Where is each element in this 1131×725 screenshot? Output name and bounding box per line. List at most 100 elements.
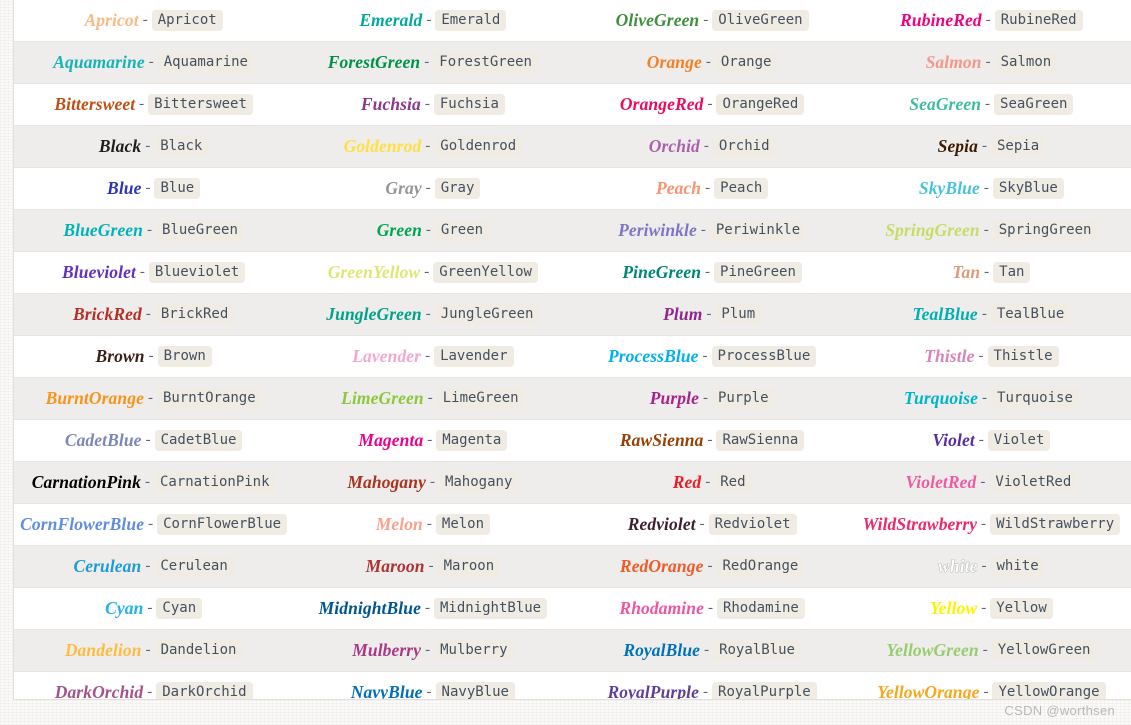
color-code-badge[interactable]: ProcessBlue bbox=[711, 345, 817, 368]
color-entry: Violet - Violet bbox=[932, 429, 1051, 452]
table-row: Black - Black Goldenrod - Goldenrod Orchid - Orc… bbox=[14, 125, 1131, 168]
color-code-badge[interactable]: Orange bbox=[714, 51, 778, 74]
color-code-badge[interactable]: MidnightBlue bbox=[433, 597, 548, 620]
color-code-badge[interactable]: Melon bbox=[435, 513, 491, 536]
color-code-badge[interactable]: Redviolet bbox=[708, 513, 797, 536]
color-name-sample: GreenYellow bbox=[327, 261, 421, 282]
color-code-badge[interactable]: Violet bbox=[987, 429, 1051, 452]
color-code-badge[interactable]: Black bbox=[154, 135, 209, 158]
separator-dash: - bbox=[704, 642, 710, 658]
color-name-sample: Orange bbox=[646, 51, 702, 72]
color-code-badge[interactable]: Magenta bbox=[436, 429, 508, 452]
color-entry: Brown - Brown bbox=[95, 345, 212, 368]
color-code-badge[interactable]: DarkOrchid bbox=[156, 681, 253, 699]
color-code-badge[interactable]: Aquamarine bbox=[157, 51, 254, 74]
color-code-badge[interactable]: Red bbox=[714, 471, 752, 494]
color-entry: BurntOrange - BurntOrange bbox=[46, 387, 262, 410]
color-code-badge[interactable]: Apricot bbox=[151, 9, 223, 32]
color-code-badge[interactable]: NavyBlue bbox=[435, 681, 515, 699]
color-code-badge[interactable]: BurntOrange bbox=[156, 387, 262, 410]
color-name-sample: YellowOrange bbox=[877, 681, 980, 700]
color-code-badge[interactable]: Fuchsia bbox=[433, 93, 505, 116]
color-code-badge[interactable]: SpringGreen bbox=[992, 219, 1098, 242]
color-code-badge[interactable]: OrangeRed bbox=[716, 93, 805, 116]
color-cell: Emerald - Emerald bbox=[293, 0, 573, 42]
color-code-badge[interactable]: Plum bbox=[715, 303, 762, 326]
color-code-badge[interactable]: Mahogany bbox=[438, 471, 519, 494]
color-entry: CarnationPink - CarnationPink bbox=[32, 471, 276, 494]
color-code-badge[interactable]: Blue bbox=[154, 177, 201, 200]
color-name-sample: ForestGreen bbox=[327, 51, 421, 72]
color-code-badge[interactable]: SeaGreen bbox=[994, 93, 1074, 116]
separator-dash: - bbox=[983, 222, 989, 238]
color-code-badge[interactable]: Blueviolet bbox=[148, 261, 246, 284]
color-code-badge[interactable]: VioletRed bbox=[989, 471, 1078, 494]
color-code-badge[interactable]: Maroon bbox=[437, 555, 501, 578]
color-code-badge[interactable]: Cerulean bbox=[154, 555, 234, 578]
color-entry: SkyBlue - SkyBlue bbox=[919, 177, 1064, 200]
color-code-badge[interactable]: BlueGreen bbox=[156, 219, 244, 242]
color-code-badge[interactable]: Peach bbox=[714, 177, 769, 200]
color-code-badge[interactable]: Goldenrod bbox=[434, 135, 523, 158]
color-entry: RawSienna - RawSienna bbox=[620, 429, 805, 452]
color-entry: OliveGreen - OliveGreen bbox=[616, 9, 809, 32]
color-code-badge[interactable]: RawSienna bbox=[716, 429, 805, 452]
color-code-badge[interactable]: RoyalPurple bbox=[712, 681, 817, 699]
color-entry: Salmon - Salmon bbox=[926, 51, 1058, 74]
color-code-badge[interactable]: LimeGreen bbox=[436, 387, 525, 410]
color-code-badge[interactable]: SkyBlue bbox=[992, 177, 1064, 200]
color-code-badge[interactable]: Dandelion bbox=[154, 639, 243, 662]
color-code-badge[interactable]: Mulberry bbox=[434, 639, 514, 662]
color-code-badge[interactable]: Brown bbox=[157, 345, 212, 368]
color-code-badge[interactable]: Gray bbox=[434, 177, 481, 200]
color-cell: Thistle - Thistle bbox=[851, 335, 1131, 378]
color-code-badge[interactable]: RoyalBlue bbox=[713, 639, 801, 662]
color-code-badge[interactable]: Thistle bbox=[987, 345, 1059, 368]
color-code-badge[interactable]: BrickRed bbox=[154, 303, 235, 326]
color-code-badge[interactable]: CarnationPink bbox=[153, 471, 276, 494]
color-reference-table: Apricot - Apricot Emerald - Emerald OliveGreen… bbox=[14, 0, 1131, 700]
color-code-badge[interactable]: CornFlowerBlue bbox=[157, 513, 288, 536]
separator-dash: - bbox=[148, 348, 154, 364]
color-name-sample: Red bbox=[672, 471, 702, 492]
color-code-badge[interactable]: CadetBlue bbox=[154, 429, 243, 452]
color-entry: Emerald - Emerald bbox=[359, 9, 507, 32]
color-code-badge[interactable]: YellowGreen bbox=[991, 639, 1097, 662]
color-code-badge[interactable]: Turquoise bbox=[991, 387, 1079, 410]
color-code-badge[interactable]: Emerald bbox=[435, 9, 507, 32]
separator-dash: - bbox=[983, 180, 989, 196]
color-code-badge[interactable]: YellowOrange bbox=[992, 681, 1106, 699]
color-code-badge[interactable]: TealBlue bbox=[990, 303, 1071, 326]
color-code-badge[interactable]: Cyan bbox=[156, 597, 203, 620]
color-name-sample: Sepia bbox=[937, 135, 978, 156]
color-code-badge[interactable]: ForestGreen bbox=[433, 51, 538, 74]
color-code-badge[interactable]: Lavender bbox=[434, 345, 514, 368]
color-code-badge[interactable]: Tan bbox=[993, 261, 1031, 284]
color-code-badge[interactable]: Yellow bbox=[990, 597, 1053, 620]
color-code-badge[interactable]: Orchid bbox=[712, 135, 776, 158]
color-code-badge[interactable]: WildStrawberry bbox=[990, 513, 1121, 536]
color-code-badge[interactable]: Rhodamine bbox=[716, 597, 805, 620]
color-code-badge[interactable]: GreenYellow bbox=[433, 261, 538, 284]
color-code-badge[interactable]: Purple bbox=[711, 387, 775, 410]
color-code-badge[interactable]: white bbox=[990, 555, 1045, 578]
color-code-badge[interactable]: PineGreen bbox=[714, 261, 802, 284]
color-code-badge[interactable]: Salmon bbox=[994, 51, 1058, 74]
color-entry: Magenta - Magenta bbox=[358, 429, 508, 452]
color-entry: Sepia - Sepia bbox=[937, 135, 1046, 158]
separator-dash: - bbox=[147, 600, 153, 616]
color-name-sample: VioletRed bbox=[905, 471, 977, 492]
color-cell: VioletRed - VioletRed bbox=[851, 461, 1131, 504]
color-code-badge[interactable]: Periwinkle bbox=[709, 219, 807, 242]
color-code-badge[interactable]: OliveGreen bbox=[712, 9, 809, 32]
color-name-sample: ProcessBlue bbox=[607, 345, 699, 366]
color-code-badge[interactable]: Bittersweet bbox=[148, 93, 253, 116]
separator-dash: - bbox=[981, 138, 987, 154]
color-code-badge[interactable]: Sepia bbox=[990, 135, 1046, 158]
color-name-sample: OrangeRed bbox=[619, 93, 704, 114]
color-code-badge[interactable]: Green bbox=[434, 219, 490, 242]
color-code-badge[interactable]: JungleGreen bbox=[434, 303, 540, 326]
color-code-badge[interactable]: RubineRed bbox=[994, 9, 1083, 32]
color-code-badge[interactable]: RedOrange bbox=[716, 555, 805, 578]
table-row: Blueviolet - Blueviolet GreenYellow - GreenYe… bbox=[14, 251, 1131, 294]
